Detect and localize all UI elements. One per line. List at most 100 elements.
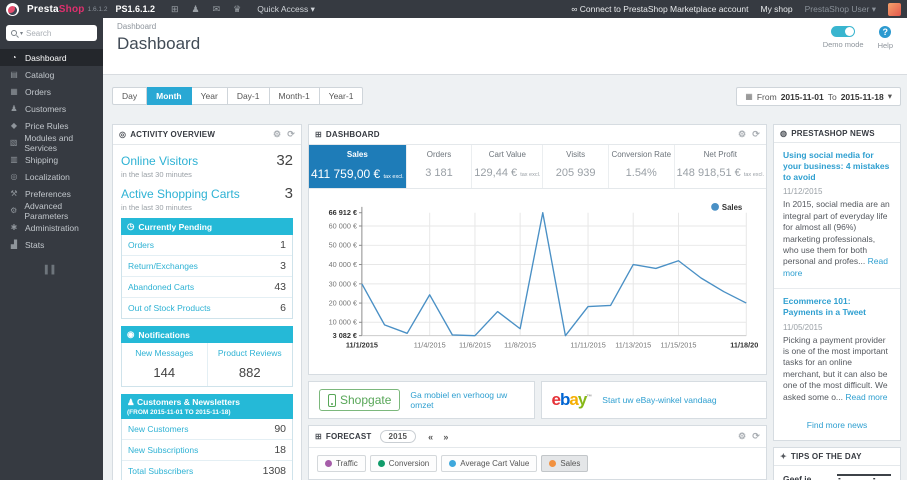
sidebar-item-dashboard[interactable]: ◔ Dashboard [0,49,103,66]
sidebar-item-modules[interactable]: ▧ Modules and Services [0,133,103,153]
tips-of-the-day-panel: ✦ Tips of the day Geef je Sales in het b… [773,447,901,480]
cart-icon[interactable]: ⊞ [171,4,179,15]
sidebar-item-localization[interactable]: ◎ Localization [0,168,103,185]
filter-year-1-button[interactable]: Year-1 [319,87,364,105]
filter-month-1-button[interactable]: Month-1 [269,87,320,105]
topbar: PrestaShop 1.6.1.2 PS1.6.1.2 ⊞ ♟ ✉ ♛ Qui… [0,0,907,18]
kpi-tab-cart-value[interactable]: Cart Value 129,44 € tax excl. [472,145,544,188]
rss-icon: ◍ [780,129,788,138]
date-filter-row: Day Month Year Day-1 Month-1 Year-1 ▦ Fr… [112,87,901,106]
shopgate-banner[interactable]: Shopgate Ga mobiel en verhoog uw omzet [308,381,535,419]
sidebar-item-stats[interactable]: ▟ Stats [0,236,103,253]
user-menu[interactable]: PrestaShop User ▾ [805,4,876,15]
activity-overview-panel: ◎ Activity overview ⚙ ⟳ Online Visitors 3… [112,124,302,480]
ebay-banner[interactable]: ebay™ Start uw eBay-winkel vandaag [540,381,767,419]
refresh-icon[interactable]: ⟳ [752,129,760,140]
active-carts-value: 3 [284,185,293,202]
sidebar-item-administration[interactable]: ✱ Administration [0,219,103,236]
svg-text:30 000 €: 30 000 € [329,279,357,288]
refresh-icon[interactable]: ⟳ [752,431,760,442]
cart-icon: ⊞ [315,130,322,139]
kpi-tab-net-profit[interactable]: Net Profit 148 918,51 € tax excl. [675,145,766,188]
next-year-button[interactable]: » [439,431,452,443]
caret-down-icon: ▾ [871,3,876,14]
svg-text:11/1/2015: 11/1/2015 [346,340,378,349]
demo-mode-toggle[interactable] [831,26,856,37]
cart-icon: ⊞ [315,432,322,441]
date-range-buttons: Day Month Year Day-1 Month-1 Year-1 [112,87,364,105]
marketplace-connect-link[interactable]: ∞ Connect to PrestaShop Marketplace acco… [571,4,748,14]
svg-text:50 000 €: 50 000 € [329,241,357,250]
kpi-tabs: Sales 411 759,00 € tax excl. Orders 3 181 … [309,145,766,189]
my-shop-link[interactable]: My shop [760,4,792,14]
ingenico-logo: ingenico Payment services [831,474,891,480]
page-header: Dashboard Dashboard Demo mode ? Help [103,18,907,75]
product-reviews-cell: Product Reviews 882 [206,343,293,386]
gear-icon[interactable]: ⚙ [738,431,746,442]
breadcrumb[interactable]: Dashboard [117,22,895,31]
search-input[interactable] [26,28,92,38]
gear-icon[interactable]: ⚙ [738,129,746,140]
sales-line-chart: 66 912 € 60 000 € 50 000 € 40 000 € 30 000 €… [329,203,763,350]
online-visitors-link[interactable]: Online Visitors [121,154,198,168]
clock-icon: ◷ [127,221,135,231]
filter-day-1-button[interactable]: Day-1 [227,87,270,105]
customer-icon[interactable]: ♟ [192,4,200,15]
puzzle-icon: ▧ [9,138,18,147]
previous-year-button[interactable]: « [424,431,437,443]
svg-text:11/8/2015: 11/8/2015 [504,340,536,349]
search-icon [11,30,17,36]
sidebar-item-customers[interactable]: ♟ Customers [0,100,103,117]
help-icon[interactable]: ? [879,26,892,38]
trophy-icon[interactable]: ♛ [233,4,241,15]
find-more-news-link[interactable]: Find more news [774,412,900,440]
legend-sales[interactable]: Sales [541,455,589,472]
gears-icon: ⚙ [10,206,18,215]
shop-name-badge: PS1.6.1.2 [115,4,155,14]
caret-down-icon: ▾ [20,30,24,37]
sidebar-item-shipping[interactable]: ▥ Shipping [0,151,103,168]
notifications-section: ◉ Notifications New Messages 144 Product R… [121,326,293,387]
refresh-icon[interactable]: ⟳ [287,129,295,140]
ebay-letter: b [559,390,570,409]
gear-icon[interactable]: ⚙ [273,129,281,140]
read-more-link[interactable]: Read more [845,392,887,402]
book-icon: ▤ [10,70,18,79]
avatar[interactable] [888,2,901,16]
messages-icon[interactable]: ✉ [213,4,221,15]
filter-day-button[interactable]: Day [112,87,148,105]
kpi-tab-conversion-rate[interactable]: Conversion Rate 1.54% [609,145,675,188]
filter-year-button[interactable]: Year [191,87,228,105]
new-messages-cell: New Messages 144 [135,348,194,380]
legend-average-cart-value[interactable]: Average Cart Value [441,455,538,472]
ebay-link[interactable]: Start uw eBay-winkel vandaag [602,395,716,405]
sidebar-item-catalog[interactable]: ▤ Catalog [0,66,103,83]
shopgate-link[interactable]: Ga mobiel en verhoog uw omzet [410,390,523,410]
activity-icon: ◎ [119,130,127,139]
sidebar-item-orders[interactable]: ▦ Orders [0,83,103,100]
sidebar-search[interactable]: ▾ [6,25,97,41]
active-carts-link[interactable]: Active Shopping Carts [121,187,240,201]
sidebar-item-preferences[interactable]: ⚒ Preferences [0,185,103,202]
news-article: Using social media for your business: 4 … [783,150,890,278]
svg-text:11/11/2015: 11/11/2015 [570,340,605,349]
legend-traffic[interactable]: Traffic [317,455,366,472]
pending-row-out-of-stock: Out of Stock Products 6 [128,302,286,314]
lightbulb-icon: ✦ [780,452,787,462]
kpi-tab-orders[interactable]: Orders 3 181 [407,145,473,188]
sidebar-collapse-button[interactable]: ▌▌ [0,265,103,274]
date-range-picker[interactable]: ▦ From 2015-11-01 To 2015-11-18 ▾ [736,87,901,106]
sidebar: ▾ ◔Dashboard ▤Catalog ▦Orders ♟Customers… [0,18,103,480]
filter-month-button[interactable]: Month [147,87,192,105]
credit-card-icon: ▦ [10,87,18,96]
sidebar-item-price-rules[interactable]: ◆ Price Rules [0,117,103,134]
dashboard-content: Day Month Year Day-1 Month-1 Year-1 ▦ Fr… [103,75,907,480]
kpi-tab-sales[interactable]: Sales 411 759,00 € tax excl. [309,145,407,188]
sidebar-item-advanced-parameters[interactable]: ⚙ Advanced Parameters [0,201,103,221]
group-icon: ♟ [10,104,18,113]
new-subscriptions-row: New Subscriptions 18 [122,440,292,461]
kpi-tab-visits[interactable]: Visits 205 939 [543,145,609,188]
quick-access-menu[interactable]: Quick Access ▾ [257,4,315,15]
pending-row-orders: Orders 1 [122,235,292,256]
legend-conversion[interactable]: Conversion [369,455,438,472]
